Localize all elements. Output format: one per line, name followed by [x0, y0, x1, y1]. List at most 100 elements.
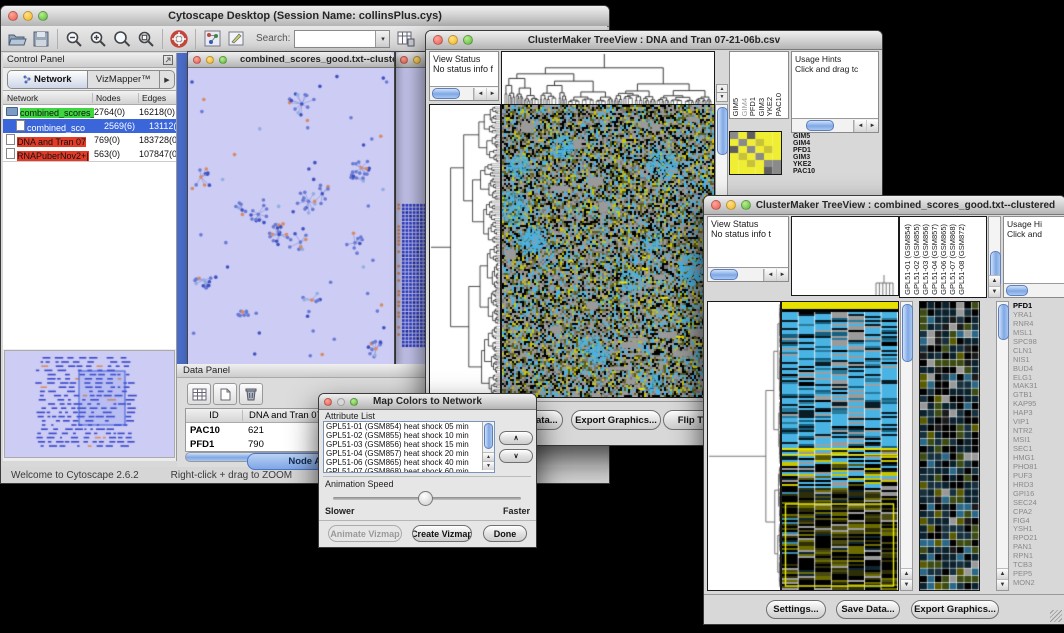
tv2-heatmap-canvas[interactable] — [782, 302, 898, 590]
tv1-row-label[interactable]: YKE2 — [793, 161, 815, 168]
tv2-column-dendrogram[interactable] — [791, 216, 899, 296]
scrollbar-thumb[interactable] — [710, 269, 738, 280]
tv1-row-dendrogram[interactable] — [429, 104, 501, 398]
scroll-up-icon[interactable]: ▲ — [716, 84, 728, 93]
col-network[interactable]: Network — [3, 93, 93, 103]
minimize-button[interactable] — [206, 56, 214, 64]
move-down-button[interactable]: ∨ — [499, 449, 533, 463]
zoom-selected-icon[interactable] — [110, 27, 134, 51]
zoom-window-button[interactable] — [463, 35, 473, 45]
done-button[interactable]: Done — [483, 525, 527, 542]
tv1-row-label[interactable]: GIM4 — [793, 140, 815, 147]
resize-grip[interactable] — [1050, 610, 1062, 622]
tv1-column-label[interactable]: PFD1 — [748, 97, 757, 116]
tv2-row-dendrogram-canvas[interactable] — [708, 302, 780, 590]
tv1-heatmap[interactable] — [501, 104, 715, 398]
scroll-down-icon[interactable]: ▼ — [901, 579, 912, 590]
scroll-up-icon[interactable]: ▲ — [989, 275, 1000, 286]
main-window-titlebar[interactable]: Cytoscape Desktop (Session Name: collins… — [1, 6, 609, 27]
network-row[interactable]: DNA and Tran 07 769(0) 183728(0) — [3, 133, 176, 147]
minimize-button[interactable] — [726, 200, 736, 210]
tv2-column-label[interactable]: GPL51-01 (GSM854) — [903, 224, 912, 295]
search-dropdown-icon[interactable]: ▾ — [375, 31, 389, 47]
tv1-export-graphics-button[interactable]: Export Graphics... — [571, 410, 661, 430]
attribute-select-icon[interactable] — [187, 383, 211, 405]
tv2-labels-scrollbar[interactable]: ▲▼ — [988, 216, 1001, 298]
scroll-right-icon[interactable]: ► — [486, 88, 498, 100]
scroll-up-icon[interactable]: ▲ — [901, 568, 912, 579]
tv1-column-dendrogram[interactable] — [501, 51, 715, 105]
scrollbar-thumb[interactable] — [484, 423, 493, 449]
tv1-row-label[interactable]: GIM3 — [793, 154, 815, 161]
network-window1-titlebar[interactable]: combined_scores_good.txt--cluste... — [188, 52, 394, 68]
close-button[interactable] — [400, 56, 408, 64]
scrollbar-thumb[interactable] — [806, 120, 834, 131]
network-tree-empty-area[interactable] — [3, 161, 176, 349]
scroll-down-icon[interactable]: ▼ — [483, 461, 494, 470]
zoom-in-icon[interactable] — [86, 27, 110, 51]
tv2-heatmap[interactable] — [781, 301, 899, 591]
tv2-sub-heatmap[interactable] — [919, 301, 980, 591]
tv1-column-label[interactable]: PAC10 — [774, 93, 783, 116]
tv2-column-dendrogram-canvas[interactable] — [792, 217, 898, 295]
help-icon[interactable] — [167, 27, 191, 51]
minimize-button[interactable] — [448, 35, 458, 45]
zoom-fit-icon[interactable] — [134, 27, 158, 51]
scroll-up-icon[interactable]: ▲ — [483, 452, 494, 461]
tv1-column-dendrogram-canvas[interactable] — [502, 52, 714, 104]
zoom-out-icon[interactable] — [62, 27, 86, 51]
scrollbar-thumb[interactable] — [998, 304, 1009, 340]
tv2-status-scrollbar[interactable]: ◄► — [708, 267, 788, 281]
network-row[interactable]: RNAPuberNov2+| 563(0) 107847(0) — [3, 147, 176, 161]
tv2-column-label[interactable]: GPL51-02 (GSM855) — [912, 224, 921, 295]
tv2-column-label[interactable]: GPL51-04 (GSM857) — [930, 224, 939, 295]
tv2-column-label[interactable]: GPL51-08 (GSM872) — [957, 224, 966, 295]
network-view-canvas[interactable] — [188, 68, 392, 363]
float-panel-icon[interactable] — [163, 55, 173, 68]
scroll-up-icon[interactable]: ▲ — [997, 568, 1008, 579]
scroll-left-icon[interactable]: ◄ — [854, 120, 866, 132]
close-button[interactable] — [8, 11, 18, 21]
tv2-row-dendrogram[interactable] — [707, 301, 781, 591]
delete-attribute-icon[interactable] — [239, 383, 263, 405]
zoom-window-button[interactable] — [38, 11, 48, 21]
tv2-genes-scrollbar[interactable]: ▲▼ — [996, 301, 1009, 591]
tab-vizmapper[interactable]: VizMapper™ — [88, 71, 160, 88]
scroll-down-icon[interactable]: ▼ — [989, 286, 1000, 297]
attribute-item[interactable]: GPL51-02 (GSM855) heat shock 10 min — [324, 431, 480, 440]
tv2-settings-button[interactable]: Settings... — [766, 600, 826, 619]
close-button[interactable] — [433, 35, 443, 45]
annotation-icon[interactable] — [224, 27, 248, 51]
tv1-row-label[interactable]: GIM5 — [793, 133, 815, 140]
attribute-item[interactable]: GPL51-03 (GSM856) heat shock 15 min — [324, 440, 480, 449]
tv2-save-data-button[interactable]: Save Data... — [836, 600, 900, 619]
tv1-heatmap-canvas[interactable] — [502, 105, 714, 397]
tv2-usage-scrollbar[interactable] — [1004, 283, 1064, 297]
tv1-mini-heatmap[interactable] — [729, 131, 782, 175]
tv2-column-label[interactable]: GPL51-03 (GSM856) — [921, 224, 930, 295]
scrollbar-thumb[interactable] — [432, 88, 460, 99]
speed-slider-thumb[interactable] — [418, 491, 433, 506]
tv1-row-dendrogram-canvas[interactable] — [430, 105, 500, 397]
move-up-button[interactable]: ∧ — [499, 431, 533, 445]
treeview1-titlebar[interactable]: ClusterMaker TreeView : DNA and Tran 07-… — [426, 31, 882, 50]
tv2-column-label[interactable]: GPL51-07 (GSM868) — [948, 224, 957, 295]
scrollbar-thumb[interactable] — [902, 304, 913, 362]
zoom-window-button[interactable] — [741, 200, 751, 210]
tv2-export-graphics-button[interactable]: Export Graphics... — [911, 600, 999, 619]
scroll-left-icon[interactable]: ◄ — [474, 88, 486, 100]
scrollbar-thumb[interactable] — [717, 107, 728, 155]
dialog-titlebar[interactable]: Map Colors to Network — [319, 394, 536, 410]
scroll-down-icon[interactable]: ▼ — [997, 579, 1008, 590]
attribute-item[interactable]: GPL51-04 (GSM857) heat shock 20 min — [324, 449, 480, 458]
tabs-overflow-icon[interactable]: ▶ — [160, 71, 174, 88]
vizmapper-shortcut-icon[interactable] — [200, 27, 224, 51]
scroll-left-icon[interactable]: ◄ — [764, 269, 776, 281]
save-session-button[interactable] — [29, 27, 53, 51]
minimize-button[interactable] — [337, 398, 345, 406]
tv1-status-scrollbar[interactable]: ◄► — [430, 86, 498, 100]
scroll-right-icon[interactable]: ► — [866, 120, 878, 132]
tv2-column-label[interactable]: GPL51-06 (GSM865) — [939, 224, 948, 295]
open-session-button[interactable] — [5, 27, 29, 51]
network-row-selected[interactable]: combined_sco 2569(6) 13112(15) — [3, 119, 176, 133]
